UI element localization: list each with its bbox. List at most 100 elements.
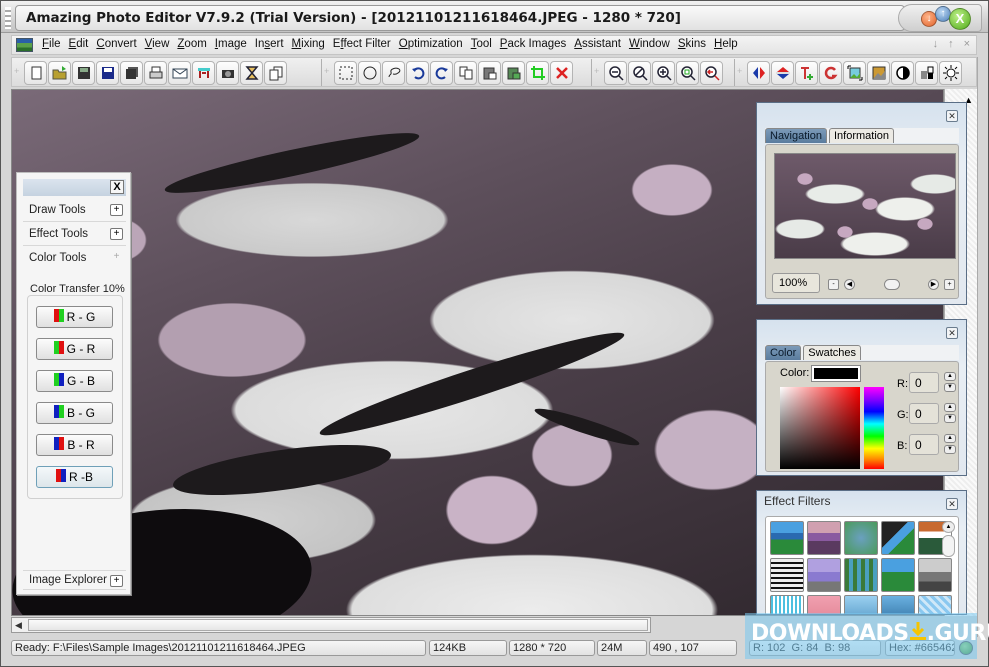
green-down-button[interactable]: ▼ bbox=[944, 414, 956, 423]
blue-input[interactable]: 0 bbox=[909, 434, 939, 455]
nav-slider-left-arrow-icon[interactable]: ◀ bbox=[844, 279, 855, 290]
copy-pages-button[interactable] bbox=[264, 60, 287, 85]
flip-vertical-button[interactable] bbox=[771, 60, 794, 85]
rotate-button[interactable] bbox=[819, 60, 842, 85]
scroll-left-arrow-icon[interactable]: ◀ bbox=[15, 620, 22, 631]
email-button[interactable] bbox=[168, 60, 191, 85]
effect-filters-scrollbar[interactable]: ▲ bbox=[942, 519, 956, 599]
mdi-minimize-button[interactable]: ↓ bbox=[933, 38, 939, 50]
image-effect-button[interactable] bbox=[867, 60, 890, 85]
effect-filter-purple-landscape-pen[interactable] bbox=[807, 521, 841, 555]
effect-filter-text-lines[interactable] bbox=[770, 558, 804, 592]
ef-scroll-thumb[interactable] bbox=[942, 535, 955, 557]
tab-information[interactable]: Information bbox=[828, 128, 895, 143]
copy-button[interactable] bbox=[454, 60, 477, 85]
save-button[interactable] bbox=[72, 60, 95, 85]
effect-filter-shear-landscape[interactable] bbox=[881, 521, 915, 555]
blue-up-button[interactable]: ▲ bbox=[944, 434, 956, 443]
menu-window[interactable]: Window bbox=[625, 38, 674, 50]
effect-filter-mosaic-landscape[interactable] bbox=[844, 558, 878, 592]
navigation-zoom-value[interactable]: 100% bbox=[772, 273, 820, 293]
current-color-swatch[interactable] bbox=[811, 365, 861, 382]
print-button[interactable] bbox=[144, 60, 167, 85]
grayscale-button[interactable] bbox=[915, 60, 938, 85]
menu-convert[interactable]: Convert bbox=[92, 38, 140, 50]
add-text-button[interactable] bbox=[795, 60, 818, 85]
menu-file[interactable]: File bbox=[38, 38, 65, 50]
color-transfer-rb-button[interactable]: R -B bbox=[36, 466, 113, 488]
ef-scroll-up-icon[interactable]: ▲ bbox=[942, 521, 955, 533]
effect-filter-lavender-landscape[interactable] bbox=[807, 558, 841, 592]
color-tools-collapse-button[interactable]: + bbox=[110, 252, 123, 264]
draw-tools-expand-button[interactable]: + bbox=[110, 204, 123, 216]
rect-select-button[interactable] bbox=[334, 60, 357, 85]
menu-assistant[interactable]: Assistant bbox=[570, 38, 625, 50]
grip-handle[interactable] bbox=[5, 7, 11, 29]
title-bar[interactable]: Amazing Photo Editor V7.9.2 (Trial Versi… bbox=[1, 1, 988, 33]
delete-button[interactable] bbox=[550, 60, 573, 85]
crop-button[interactable] bbox=[526, 60, 549, 85]
tab-navigation[interactable]: Navigation bbox=[765, 128, 827, 143]
camera-button[interactable] bbox=[216, 60, 239, 85]
color-panel-close-icon[interactable]: ✕ bbox=[946, 327, 958, 339]
effect-filter-wave[interactable] bbox=[844, 595, 878, 614]
nav-zoom-slider-handle[interactable] bbox=[884, 279, 900, 290]
color-transfer-bg-button[interactable]: B - G bbox=[36, 402, 113, 424]
effect-filter-blur-landscape[interactable] bbox=[844, 521, 878, 555]
tools-panel-close-button[interactable]: X bbox=[110, 180, 124, 194]
close-button[interactable]: X bbox=[949, 8, 971, 30]
new-file-button[interactable] bbox=[24, 60, 47, 85]
image-explorer-expand-button[interactable]: + bbox=[110, 575, 123, 587]
mdi-restore-button[interactable]: ↑ bbox=[948, 38, 954, 50]
menu-tool[interactable]: Tool bbox=[467, 38, 496, 50]
zoom-out-button[interactable] bbox=[604, 60, 627, 85]
ellipse-select-button[interactable] bbox=[358, 60, 381, 85]
menu-image[interactable]: Image bbox=[211, 38, 251, 50]
navigation-thumbnail[interactable] bbox=[774, 153, 956, 259]
zoom-actual-button[interactable] bbox=[628, 60, 651, 85]
scanner-button[interactable] bbox=[192, 60, 215, 85]
app-logo-icon[interactable] bbox=[16, 38, 33, 52]
effect-tools-section[interactable]: Effect Tools + bbox=[23, 223, 126, 246]
resize-image-button[interactable] bbox=[843, 60, 866, 85]
mdi-close-button[interactable]: × bbox=[964, 38, 970, 50]
menu-edit[interactable]: Edit bbox=[65, 38, 93, 50]
effect-tools-expand-button[interactable]: + bbox=[110, 228, 123, 240]
hue-slider[interactable] bbox=[864, 387, 884, 469]
paste-button[interactable] bbox=[478, 60, 501, 85]
menu-mixing[interactable]: Mixing bbox=[288, 38, 329, 50]
nav-slider-right-arrow-icon[interactable]: ▶ bbox=[928, 279, 939, 290]
effect-filter-landscape-pen[interactable] bbox=[770, 521, 804, 555]
nav-zoom-out-button[interactable]: - bbox=[828, 279, 839, 290]
tools-panel-header[interactable]: X bbox=[23, 179, 126, 196]
effect-filters-close-icon[interactable]: ✕ bbox=[946, 498, 958, 510]
green-up-button[interactable]: ▲ bbox=[944, 403, 956, 412]
zoom-fit-button[interactable] bbox=[676, 60, 699, 85]
color-picker-field[interactable] bbox=[780, 387, 860, 469]
blue-down-button[interactable]: ▼ bbox=[944, 445, 956, 454]
zoom-in-button[interactable] bbox=[652, 60, 675, 85]
menu-skins[interactable]: Skins bbox=[674, 38, 710, 50]
tab-swatches[interactable]: Swatches bbox=[803, 345, 861, 360]
effect-filter-dots[interactable] bbox=[770, 595, 804, 614]
menu-optimization[interactable]: Optimization bbox=[395, 38, 467, 50]
contrast-button[interactable] bbox=[891, 60, 914, 85]
color-tools-section[interactable]: Color Tools + bbox=[23, 247, 126, 270]
open-folder-button[interactable] bbox=[48, 60, 71, 85]
menu-view[interactable]: View bbox=[141, 38, 174, 50]
menu-help[interactable]: Help bbox=[710, 38, 742, 50]
color-transfer-br-button[interactable]: B - R bbox=[36, 434, 113, 456]
zoom-previous-button[interactable] bbox=[700, 60, 723, 85]
red-down-button[interactable]: ▼ bbox=[944, 383, 956, 392]
hourglass-button[interactable] bbox=[240, 60, 263, 85]
horizontal-scrollbar[interactable]: ◀ bbox=[11, 617, 651, 633]
color-transfer-gr-button[interactable]: G - R bbox=[36, 338, 113, 360]
paste-new-button[interactable] bbox=[502, 60, 525, 85]
draw-tools-section[interactable]: Draw Tools + bbox=[23, 199, 126, 222]
color-transfer-gb-button[interactable]: G - B bbox=[36, 370, 113, 392]
effect-filter-frame-landscape[interactable] bbox=[881, 558, 915, 592]
effect-filter-ripple[interactable] bbox=[881, 595, 915, 614]
save-all-button[interactable] bbox=[120, 60, 143, 85]
flip-horizontal-button[interactable] bbox=[747, 60, 770, 85]
save-as-button[interactable] bbox=[96, 60, 119, 85]
